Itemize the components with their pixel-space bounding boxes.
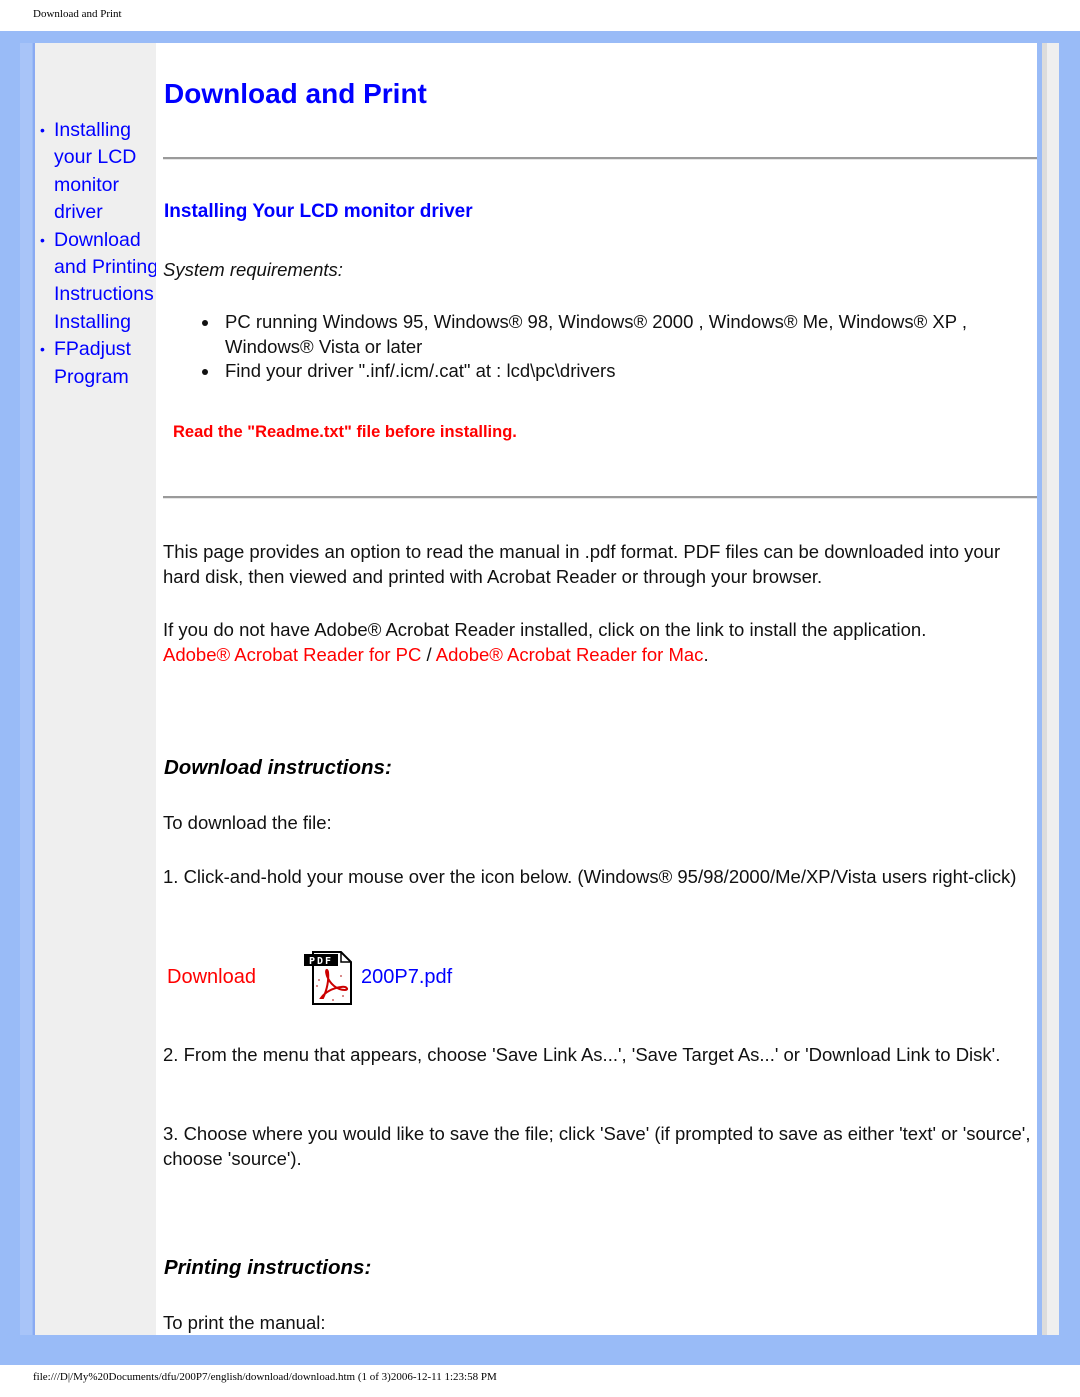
- link-end: .: [703, 643, 709, 665]
- download-step-2: 2. From the menu that appears, choose 'S…: [163, 1044, 1001, 1065]
- download-step-1: 1. Click-and-hold your mouse over the ic…: [163, 866, 1017, 887]
- intro-paragraph: This page provides an option to read the…: [163, 541, 1001, 587]
- printing-instructions-heading: Printing instructions:: [164, 1256, 372, 1279]
- section-title: Installing Your LCD monitor driver: [164, 201, 473, 222]
- download-instructions-heading: Download instructions:: [164, 756, 392, 779]
- requirement-text: PC running Windows 95, Windows® 98, Wind…: [225, 311, 968, 357]
- printing-intro: To print the manual:: [163, 1312, 326, 1333]
- requirement-item: PC running Windows 95, Windows® 98, Wind…: [200, 310, 1000, 359]
- sidebar-item-download-printing[interactable]: • Download and Printing Instructions: [40, 227, 164, 309]
- sidebar-link-download-printing[interactable]: Download and Printing Instructions: [54, 227, 164, 309]
- requirement-item: Find your driver ".inf/.icm/.cat" at : l…: [200, 359, 1000, 384]
- divider: [163, 157, 1037, 160]
- acrobat-paragraph: If you do not have Adobe® Acrobat Reader…: [163, 618, 1033, 667]
- bullet-icon: [202, 320, 208, 326]
- frame-inner-border: [20, 43, 32, 1335]
- pdf-file-link[interactable]: 200P7.pdf: [361, 966, 452, 989]
- pdf-icon: PDF: [304, 951, 352, 1005]
- download-row: Download PDF 200P7.pdf: [167, 950, 567, 1006]
- bullet-icon: •: [40, 231, 45, 248]
- sidebar-link-installing[interactable]: Installing: [54, 311, 131, 333]
- acrobat-mac-link[interactable]: Adobe® Acrobat Reader for Mac: [436, 644, 704, 665]
- page-title: Download and Print: [164, 78, 427, 109]
- requirement-text: Find your driver ".inf/.icm/.cat" at : l…: [225, 360, 616, 381]
- acrobat-pc-link[interactable]: Adobe® Acrobat Reader for PC: [163, 644, 421, 665]
- sidebar-item-installing[interactable]: Installing: [40, 309, 164, 336]
- bullet-icon: •: [40, 341, 45, 358]
- pdf-icon-text: PDF: [309, 956, 333, 967]
- sidebar-link-fpadjust[interactable]: FPadjust Program: [54, 336, 164, 391]
- sidebar-link-installing-driver[interactable]: Installing your LCD monitor driver: [54, 117, 164, 227]
- download-intro: To download the file:: [163, 812, 332, 833]
- print-header: Download and Print: [33, 8, 122, 20]
- readme-notice: Read the "Readme.txt" file before instal…: [173, 423, 517, 441]
- requirements-list: PC running Windows 95, Windows® 98, Wind…: [200, 310, 1000, 384]
- sidebar-item-fpadjust[interactable]: • FPadjust Program: [40, 336, 164, 391]
- bullet-icon: •: [40, 122, 45, 138]
- divider: [163, 496, 1037, 499]
- sidebar-item-installing-driver[interactable]: • Installing your LCD monitor driver: [40, 117, 164, 227]
- sidebar-nav: • Installing your LCD monitor driver • D…: [40, 117, 164, 391]
- download-step-3: 3. Choose where you would like to save t…: [163, 1123, 1031, 1169]
- pdf-file-icon[interactable]: PDF: [303, 950, 353, 1006]
- bullet-icon: [202, 369, 208, 375]
- acrobat-text: If you do not have Adobe® Acrobat Reader…: [163, 619, 927, 640]
- link-separator: /: [421, 643, 436, 665]
- download-link[interactable]: Download: [167, 966, 256, 989]
- print-footer: file:///D|/My%20Documents/dfu/200P7/engl…: [33, 1371, 497, 1383]
- system-requirements-label: System requirements:: [163, 259, 343, 280]
- scrollbar-track[interactable]: [1042, 43, 1059, 1335]
